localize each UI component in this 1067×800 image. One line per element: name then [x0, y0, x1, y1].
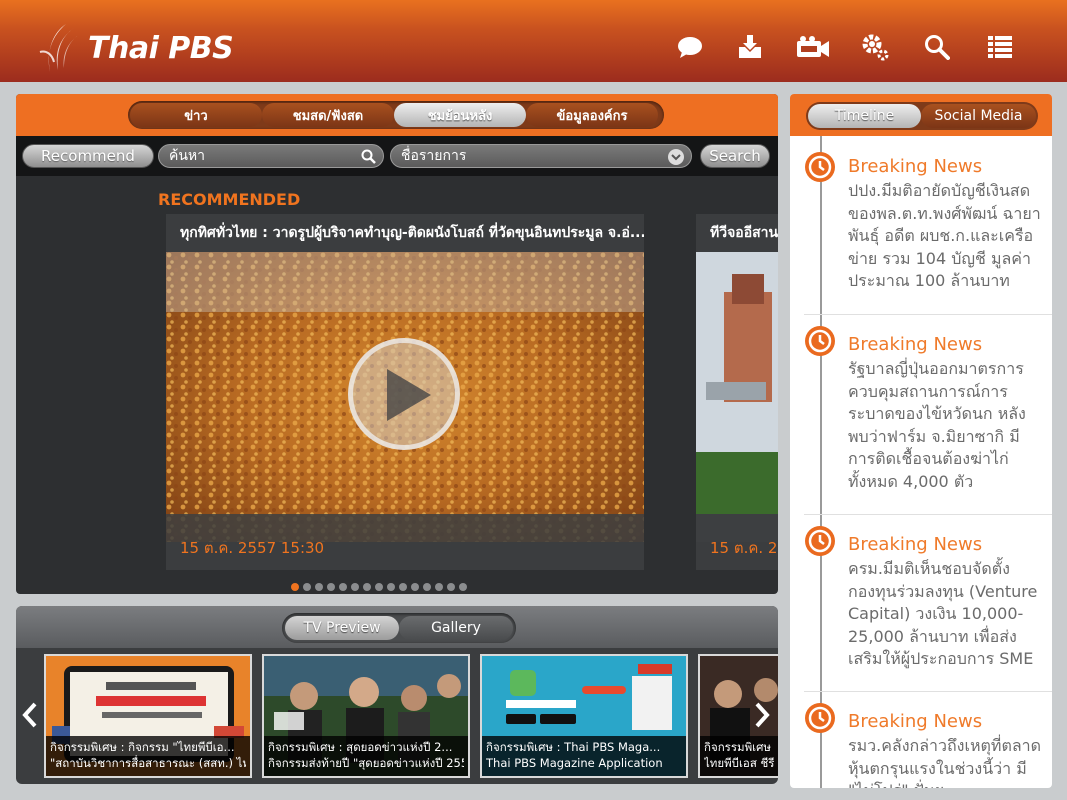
pager-dot[interactable] — [399, 583, 407, 591]
search-bar: Recommend ชื่อรายการ Search — [16, 136, 778, 176]
chevron-down-icon — [668, 149, 684, 165]
thumbnail-title: กิจกรรมพิเศษ — [704, 740, 771, 754]
timeline-item-body: รัฐบาลญี่ปุ่นออกมาตรการควบคุมสถานการณ์กา… — [848, 359, 1026, 491]
video-card[interactable]: ทีวีจออีสาน 15 ต.ค. 25 — [696, 214, 778, 570]
category-tabs: ข่าว ชมสด/ฟังสด ชมย้อนหลัง ข้อมูลองค์กร — [128, 101, 664, 129]
chat-icon[interactable] — [673, 30, 707, 64]
video-card-date: 15 ต.ค. 2557 15:30 — [180, 539, 325, 557]
tab-organization-info[interactable]: ข้อมูลองค์กร — [526, 103, 658, 127]
tab-gallery[interactable]: Gallery — [399, 616, 513, 640]
program-select-value: ชื่อรายการ — [401, 148, 467, 164]
recommend-button[interactable]: Recommend — [22, 144, 154, 168]
thumbnail-caption: กิจกรรมพิเศษ : กิจกรรม "ไทยพีบีเอ... "สถ… — [46, 736, 250, 776]
pager-dot[interactable] — [327, 583, 335, 591]
tab-live[interactable]: ชมสด/ฟังสด — [262, 103, 394, 127]
clock-icon — [805, 152, 835, 182]
chevron-right-icon — [755, 702, 770, 728]
divider — [804, 691, 1052, 692]
thumbnail-caption: กิจกรรมพิเศษ ไทยพีบีเอส ชีรี — [700, 736, 778, 776]
thumbnail-caption: กิจกรรมพิเศษ : Thai PBS Maga... Thai PBS… — [482, 736, 686, 776]
timeline-item-title: Breaking News — [848, 156, 983, 177]
timeline-tabbar: Timeline Social Media — [790, 94, 1052, 136]
clock-icon — [805, 703, 835, 733]
thumbnail-subtitle: กิจกรรมส่งท้ายปี "สุดยอดข่าวแห่งปี 255..… — [268, 756, 464, 770]
preview-tabbar: TV Preview Gallery — [16, 606, 778, 648]
brand-name: Thai PBS — [88, 30, 234, 66]
thumbnail-title: กิจกรรมพิเศษ : สุดยอดข่าวแห่งปี 2... — [268, 740, 453, 754]
divider — [804, 314, 1052, 315]
pager-dot[interactable] — [303, 583, 311, 591]
chevron-left-icon — [22, 702, 37, 728]
timeline-panel: Timeline Social Media Breaking News ปปง.… — [790, 94, 1052, 788]
tab-news[interactable]: ข่าว — [130, 103, 262, 127]
tab-social-media[interactable]: Social Media — [921, 104, 1036, 128]
video-card[interactable]: ทุกทิศทั่วไทย : วาดรูปผู้บริจาคทำบุญ-ติด… — [166, 214, 644, 570]
timeline-item-title: Breaking News — [848, 711, 983, 732]
tab-timeline[interactable]: Timeline — [808, 104, 921, 128]
pager-dot[interactable] — [447, 583, 455, 591]
play-icon — [387, 369, 431, 421]
logo-mark-icon — [39, 24, 80, 72]
thumbnail-subtitle: "สถาบันวิชาการสื่อสาธารณะ (สสท.) ไทยพี..… — [50, 756, 246, 770]
category-tabbar: ข่าว ชมสด/ฟังสด ชมย้อนหลัง ข้อมูลองค์กร — [16, 94, 778, 136]
thumbnail-caption: กิจกรรมพิเศษ : สุดยอดข่าวแห่งปี 2... กิจ… — [264, 736, 468, 776]
clock-icon — [805, 526, 835, 556]
settings-icon[interactable] — [858, 30, 892, 64]
scroll-left-button[interactable] — [22, 702, 38, 735]
pager-dot[interactable] — [375, 583, 383, 591]
search-icon[interactable] — [361, 149, 376, 164]
program-select[interactable]: ชื่อรายการ — [390, 144, 692, 168]
app-header: Thai PBS — [0, 0, 1067, 82]
timeline-item-body: ครม.มีมติเห็นชอบจัดตั้งกองทุนร่วมลงทุน (… — [848, 559, 1038, 668]
timeline-item-body: รมว.คลังกล่าวถึงเหตุที่ตลาดหุ้นตกรุนแรงใ… — [848, 736, 1042, 788]
carousel-pager — [291, 583, 467, 591]
thumbnail-title: กิจกรรมพิเศษ : กิจกรรม "ไทยพีบีเอ... — [50, 740, 235, 754]
play-button[interactable] — [348, 338, 460, 450]
video-camera-icon[interactable] — [796, 30, 830, 64]
video-card-title: ทุกทิศทั่วไทย : วาดรูปผู้บริจาคทำบุญ-ติด… — [180, 225, 644, 241]
main-panel: ข่าว ชมสด/ฟังสด ชมย้อนหลัง ข้อมูลองค์กร … — [16, 94, 778, 594]
video-thumbnail[interactable] — [166, 252, 644, 542]
video-thumbnail[interactable] — [696, 252, 778, 542]
preview-panel: TV Preview Gallery กิจกรรมพิเศษ : กิจกรร… — [16, 606, 778, 784]
tab-tv-preview[interactable]: TV Preview — [285, 616, 399, 640]
download-icon[interactable] — [733, 30, 767, 64]
timeline-item-title: Breaking News — [848, 334, 983, 355]
divider — [804, 514, 1052, 515]
pager-dot[interactable] — [423, 583, 431, 591]
pager-dot[interactable] — [363, 583, 371, 591]
thumbnail-subtitle: ไทยพีบีเอส ชีรี — [704, 756, 775, 770]
section-title: RECOMMENDED — [158, 190, 301, 209]
pager-dot[interactable] — [387, 583, 395, 591]
timeline-tabs: Timeline Social Media — [806, 102, 1038, 130]
pager-dot[interactable] — [315, 583, 323, 591]
pager-dot[interactable] — [351, 583, 359, 591]
thai-pbs-logo[interactable]: Thai PBS — [36, 22, 234, 74]
pager-dot[interactable] — [411, 583, 419, 591]
pager-dot[interactable] — [339, 583, 347, 591]
search-button[interactable]: Search — [700, 144, 770, 168]
pager-dot[interactable] — [459, 583, 467, 591]
pager-dot[interactable] — [291, 583, 299, 591]
thumbnail-subtitle: Thai PBS Magazine Application — [486, 756, 663, 770]
search-icon[interactable] — [920, 30, 954, 64]
search-input[interactable] — [169, 148, 349, 164]
preview-thumbnail[interactable]: กิจกรรมพิเศษ : Thai PBS Maga... Thai PBS… — [480, 654, 688, 778]
scroll-right-button[interactable] — [754, 702, 770, 735]
preview-tabs: TV Preview Gallery — [282, 613, 516, 643]
search-field — [158, 144, 384, 168]
clock-icon — [805, 326, 835, 356]
pager-dot[interactable] — [435, 583, 443, 591]
video-card-title: ทีวีจออีสาน — [710, 225, 778, 241]
preview-thumbnail[interactable]: กิจกรรมพิเศษ : สุดยอดข่าวแห่งปี 2... กิจ… — [262, 654, 470, 778]
timeline-item-title: Breaking News — [848, 534, 983, 555]
timeline-item-body: ปปง.มีมติอายัดบัญชีเงินสดของพล.ต.ท.พงศ์พ… — [848, 181, 1041, 290]
preview-thumbnail[interactable]: กิจกรรมพิเศษ : กิจกรรม "ไทยพีบีเอ... "สถ… — [44, 654, 252, 778]
tab-replay[interactable]: ชมย้อนหลัง — [394, 103, 526, 127]
thumbnail-title: กิจกรรมพิเศษ : Thai PBS Maga... — [486, 740, 661, 754]
list-menu-icon[interactable] — [983, 30, 1017, 64]
video-card-date: 15 ต.ค. 25 — [710, 539, 778, 557]
